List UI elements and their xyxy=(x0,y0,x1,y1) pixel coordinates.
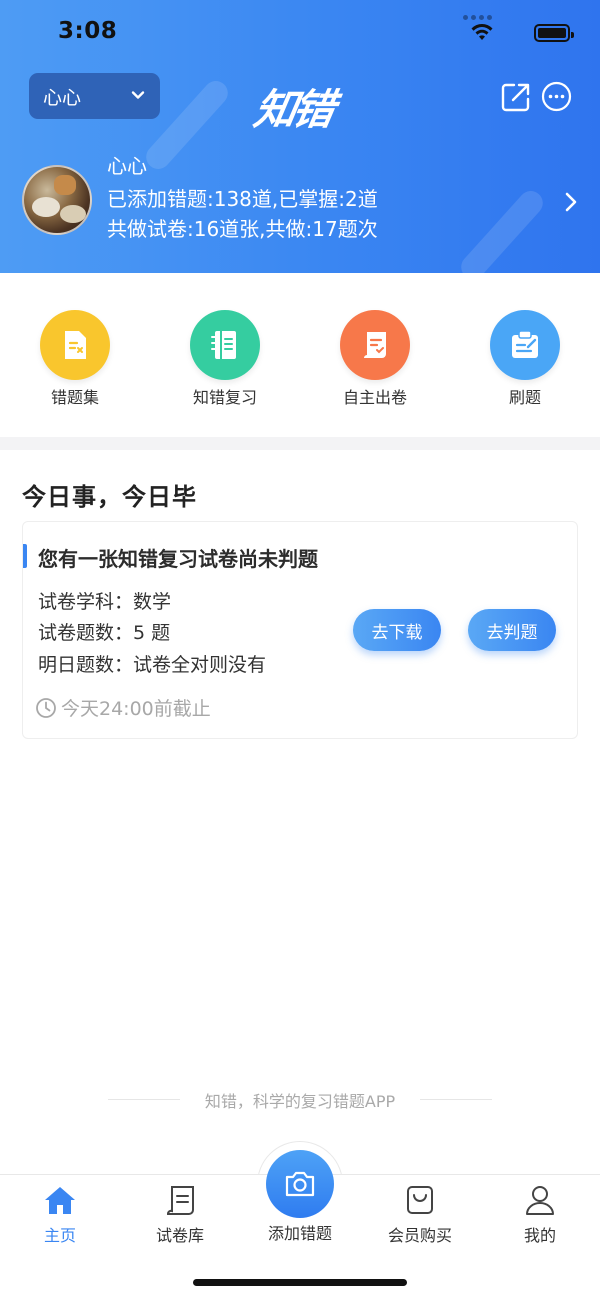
quick-action-label: 自主出卷 xyxy=(342,388,407,407)
wifi-icon xyxy=(471,24,493,40)
deadline-text: 今天24:00前截止 xyxy=(61,698,211,720)
paper-scroll-icon xyxy=(167,1186,194,1215)
chevron-down-icon xyxy=(131,91,145,99)
shopping-bag-icon xyxy=(407,1186,433,1214)
app-logo: 知错 xyxy=(250,85,336,134)
chevron-right-icon[interactable] xyxy=(563,190,579,214)
profile-stats-mistakes: 已添加错题:138道,已掌握:2道 xyxy=(107,187,378,211)
signal-dots-icon xyxy=(463,15,492,20)
section-divider xyxy=(0,437,600,450)
quick-action-practice[interactable]: 刷题 xyxy=(470,310,580,410)
paper-question-count: 试卷题数：5 题 xyxy=(38,622,171,644)
more-options-icon[interactable] xyxy=(541,81,572,112)
pending-paper-card: 您有一张知错复习试卷尚未判题 试卷学科：数学 试卷题数：5 题 明日题数：试卷全… xyxy=(22,521,578,739)
battery-icon xyxy=(534,24,574,42)
review-notebook-icon xyxy=(190,310,260,380)
user-switch-dropdown[interactable]: 心心 xyxy=(29,73,160,119)
tab-home[interactable]: 主页 xyxy=(5,1182,115,1246)
home-icon xyxy=(45,1187,75,1214)
quick-action-label: 刷题 xyxy=(508,388,541,407)
paper-subject: 试卷学科：数学 xyxy=(38,591,172,613)
tomorrow-question-count: 明日题数：试卷全对则没有 xyxy=(38,654,267,676)
deadline: 今天24:00前截止 xyxy=(35,694,211,721)
header: 3:08 心心 知错 心心 已添加错题:138道,已掌握:2道 共做试卷:16道… xyxy=(0,0,600,273)
header-decoration xyxy=(456,186,548,273)
tab-label: 会员购买 xyxy=(387,1226,452,1245)
share-icon[interactable] xyxy=(500,81,532,113)
tab-me[interactable]: 我的 xyxy=(485,1182,595,1246)
card-title: 您有一张知错复习试卷尚未判题 xyxy=(38,547,318,571)
quick-action-review[interactable]: 知错复习 xyxy=(170,310,280,410)
profile-stats-papers: 共做试卷:16道张,共做:17题次 xyxy=(107,217,378,241)
profile-username: 心心 xyxy=(107,154,147,178)
quick-action-make-paper[interactable]: 自主出卷 xyxy=(320,310,430,410)
tab-label: 试卷库 xyxy=(155,1226,204,1245)
status-time: 3:08 xyxy=(58,18,118,44)
camera-icon xyxy=(285,1171,315,1197)
quick-actions: 错题集 知错复习 自主出卷 刷题 xyxy=(0,273,600,437)
tab-add-mistake-label[interactable]: 添加错题 xyxy=(245,1220,355,1244)
clock-icon xyxy=(36,697,56,718)
tab-label: 主页 xyxy=(43,1226,76,1245)
download-button[interactable]: 去下载 xyxy=(353,609,441,651)
avatar[interactable] xyxy=(22,165,92,235)
app-slogan: 知错，科学的复习错题APP xyxy=(204,1092,396,1111)
quick-action-label: 错题集 xyxy=(50,388,99,407)
tab-paper-library[interactable]: 试卷库 xyxy=(125,1182,235,1246)
add-mistake-camera-button[interactable] xyxy=(266,1150,334,1218)
card-accent-bar xyxy=(23,544,27,568)
grade-button[interactable]: 去判题 xyxy=(468,609,556,651)
tab-vip-purchase[interactable]: 会员购买 xyxy=(365,1182,475,1246)
mistake-collection-icon xyxy=(40,310,110,380)
practice-clipboard-icon xyxy=(490,310,560,380)
user-switch-label: 心心 xyxy=(43,86,82,109)
quick-action-mistake-collection[interactable]: 错题集 xyxy=(20,310,130,410)
tab-label: 我的 xyxy=(523,1226,556,1245)
user-icon xyxy=(526,1186,554,1215)
quick-action-label: 知错复习 xyxy=(192,388,257,407)
status-bar: 3:08 xyxy=(0,0,600,66)
make-paper-scroll-icon xyxy=(340,310,410,380)
home-indicator xyxy=(193,1279,407,1286)
section-title: 今日事，今日毕 xyxy=(22,483,197,511)
